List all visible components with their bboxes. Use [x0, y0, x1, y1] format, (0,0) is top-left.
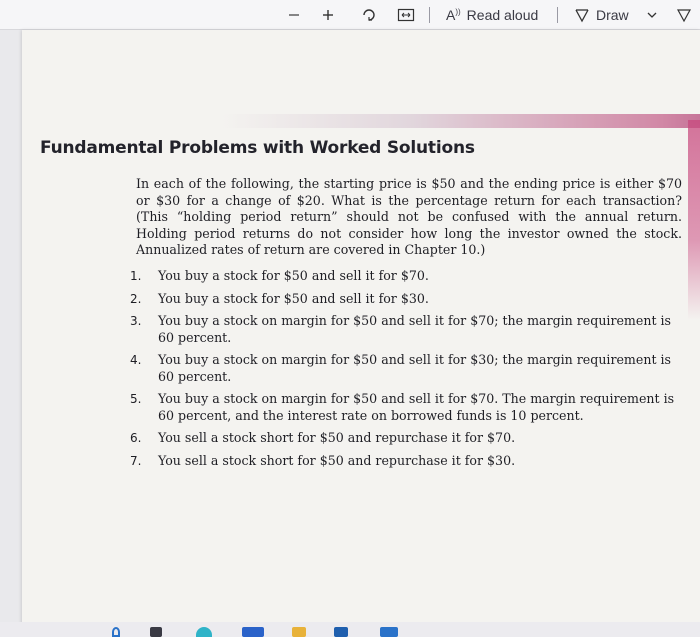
browser-app-icon[interactable] — [196, 627, 212, 637]
mail-app-icon[interactable] — [334, 627, 348, 637]
rotate-icon — [363, 9, 375, 21]
draw-button[interactable]: Draw — [574, 4, 629, 26]
toolbar-divider — [429, 7, 430, 23]
item-text: You buy a stock for $50 and sell it for … — [158, 290, 429, 306]
fit-page-button[interactable] — [397, 4, 415, 26]
item-text: You buy a stock on margin for $50 and se… — [158, 352, 671, 384]
item-number: 1. — [130, 269, 142, 283]
zoom-out-button[interactable] — [287, 4, 301, 26]
document-page: Fundamental Problems with Worked Solutio… — [22, 30, 700, 637]
item-text: You sell a stock short for $50 and repur… — [158, 452, 516, 468]
decorative-side-band — [688, 120, 700, 320]
chevron-down-icon — [647, 12, 657, 18]
read-aloud-icon: A)) — [446, 7, 461, 23]
highlight-button[interactable] — [676, 4, 692, 26]
file-explorer-icon[interactable] — [150, 627, 162, 637]
list-item: 5. You buy a stock on margin for $50 and… — [130, 391, 682, 424]
item-number: 6. — [130, 431, 142, 445]
list-item: 7. You sell a stock short for $50 and re… — [130, 453, 682, 470]
list-item: 4. You buy a stock on margin for $50 and… — [130, 352, 682, 385]
list-item: 6. You sell a stock short for $50 and re… — [130, 430, 682, 447]
list-item: 2. You buy a stock for $50 and sell it f… — [130, 291, 682, 308]
draw-label: Draw — [596, 7, 629, 23]
taskbar — [0, 622, 700, 637]
draw-options-dropdown[interactable] — [646, 4, 658, 26]
minus-icon — [289, 14, 299, 16]
toolbar-divider — [557, 7, 558, 23]
item-text: You sell a stock short for $50 and repur… — [158, 430, 516, 445]
draw-icon — [575, 9, 589, 23]
zoom-in-button[interactable] — [321, 4, 335, 26]
decorative-header-band — [222, 114, 700, 128]
edge-app-icon[interactable] — [112, 627, 120, 637]
list-item: 1. You buy a stock for $50 and sell it f… — [130, 268, 682, 285]
item-number: 5. — [130, 392, 142, 406]
plus-icon — [323, 10, 333, 20]
section-heading: Fundamental Problems with Worked Solutio… — [40, 138, 475, 158]
highlighter-icon — [676, 9, 692, 23]
reader-toolbar: A)) Read aloud Draw — [0, 0, 700, 30]
rotate-button[interactable] — [360, 4, 378, 26]
item-text: You buy a stock for $50 and sell it for … — [158, 268, 429, 283]
intro-paragraph: In each of the following, the starting p… — [136, 176, 682, 257]
list-item: 3. You buy a stock on margin for $50 and… — [130, 313, 682, 346]
app-icon[interactable] — [380, 627, 398, 637]
store-app-icon[interactable] — [242, 627, 264, 637]
read-aloud-button[interactable]: A)) Read aloud — [446, 4, 538, 26]
item-text: You buy a stock on margin for $50 and se… — [158, 313, 671, 345]
item-number: 7. — [130, 453, 142, 468]
folder-app-icon[interactable] — [292, 627, 306, 637]
item-number: 4. — [130, 353, 142, 367]
fit-page-icon — [397, 8, 415, 22]
item-number: 3. — [130, 314, 142, 328]
item-number: 2. — [130, 291, 142, 306]
item-text: You buy a stock on margin for $50 and se… — [158, 391, 675, 423]
problem-list: 1. You buy a stock for $50 and sell it f… — [130, 268, 682, 475]
read-aloud-label: Read aloud — [466, 7, 539, 23]
